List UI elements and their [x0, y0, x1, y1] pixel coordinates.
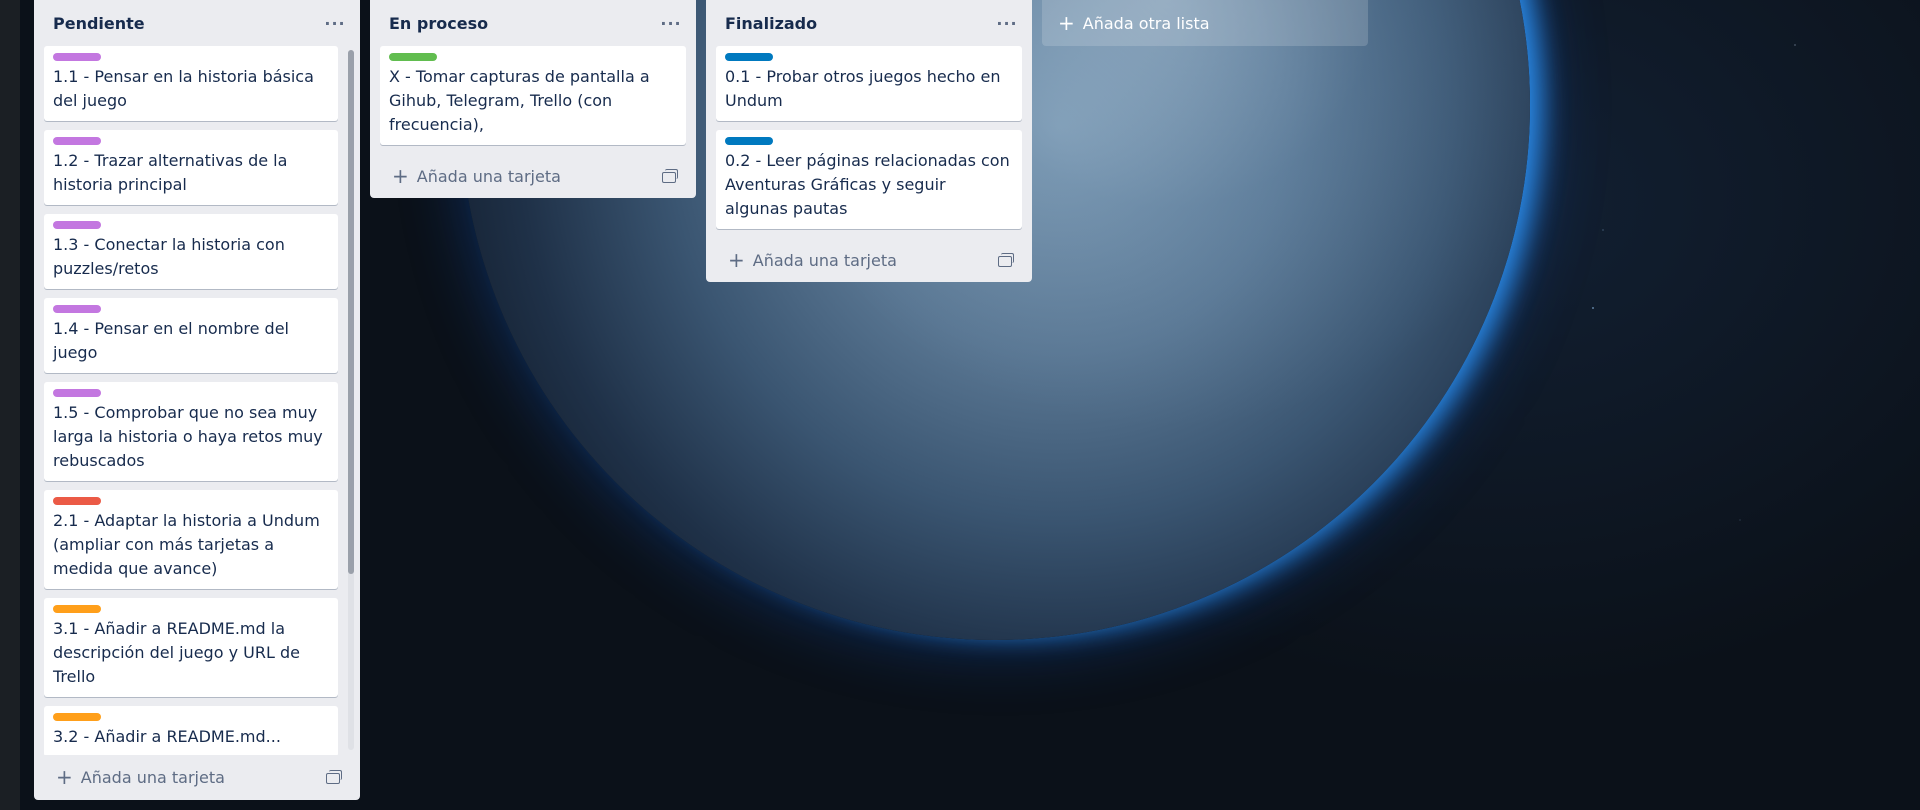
add-list-button[interactable]: + Añada otra lista — [1042, 0, 1368, 46]
card-list: 1.1 - Pensar en la historia básica del j… — [34, 46, 360, 755]
card-label[interactable] — [53, 221, 101, 229]
card-template-icon[interactable] — [326, 770, 342, 784]
ellipsis-icon[interactable]: ··· — [322, 10, 348, 36]
list-header[interactable]: Pendiente ··· — [34, 0, 360, 46]
card-label[interactable] — [53, 137, 101, 145]
list-title[interactable]: Finalizado — [725, 14, 817, 33]
add-card-content: + Añada una tarjeta — [56, 767, 225, 787]
card[interactable]: 0.2 - Leer páginas relacionadas con Aven… — [716, 130, 1022, 229]
plus-icon: + — [56, 765, 73, 789]
card[interactable]: 1.5 - Comprobar que no sea muy larga la … — [44, 382, 338, 481]
card-template-icon[interactable] — [998, 253, 1014, 267]
add-card-button[interactable]: + Añada una tarjeta — [706, 238, 1032, 282]
card-title: 1.5 - Comprobar que no sea muy larga la … — [53, 403, 323, 470]
card[interactable]: 1.3 - Conectar la historia con puzzles/r… — [44, 214, 338, 289]
card-template-icon[interactable] — [662, 169, 678, 183]
plus-icon: + — [392, 164, 409, 188]
ellipsis-icon[interactable]: ··· — [658, 10, 684, 36]
add-card-button[interactable]: + Añada una tarjeta — [370, 154, 696, 198]
card-label[interactable] — [725, 53, 773, 61]
card[interactable]: 2.1 - Adaptar la historia a Undum (ampli… — [44, 490, 338, 589]
card-label[interactable] — [53, 53, 101, 61]
card-title: 3.1 - Añadir a README.md la descripción … — [53, 619, 300, 686]
card-title: 2.1 - Adaptar la historia a Undum (ampli… — [53, 511, 320, 578]
board-canvas: Pendiente ··· 1.1 - Pensar en la histori… — [0, 0, 1920, 810]
list-header[interactable]: En proceso ··· — [370, 0, 696, 46]
card-title: 3.2 - Añadir a README.md... — [53, 727, 281, 746]
card-label[interactable] — [389, 53, 437, 61]
add-list-label: Añada otra lista — [1082, 13, 1210, 33]
ellipsis-icon[interactable]: ··· — [994, 10, 1020, 36]
card-list: 0.1 - Probar otros juegos hecho en Undum… — [706, 46, 1032, 229]
card-list: X - Tomar capturas de pantalla a Gihub, … — [370, 46, 696, 145]
list-title[interactable]: Pendiente — [53, 14, 145, 33]
list-finalizado: Finalizado ··· 0.1 - Probar otros juegos… — [706, 0, 1032, 282]
card-title: 1.4 - Pensar en el nombre del juego — [53, 319, 289, 362]
card-title: 1.1 - Pensar en la historia básica del j… — [53, 67, 314, 110]
list-header[interactable]: Finalizado ··· — [706, 0, 1032, 46]
card-label[interactable] — [725, 137, 773, 145]
plus-icon: + — [1058, 11, 1075, 35]
card-title: 0.1 - Probar otros juegos hecho en Undum — [725, 67, 1001, 110]
card[interactable]: 1.2 - Trazar alternativas de la historia… — [44, 130, 338, 205]
card[interactable]: 1.1 - Pensar en la historia básica del j… — [44, 46, 338, 121]
card-title: X - Tomar capturas de pantalla a Gihub, … — [389, 67, 650, 134]
card-title: 0.2 - Leer páginas relacionadas con Aven… — [725, 151, 1010, 218]
add-card-label: Añada una tarjeta — [80, 767, 225, 787]
add-card-button[interactable]: + Añada una tarjeta — [34, 755, 360, 799]
card[interactable]: 0.1 - Probar otros juegos hecho en Undum — [716, 46, 1022, 121]
card[interactable]: 3.1 - Añadir a README.md la descripción … — [44, 598, 338, 697]
card-label[interactable] — [53, 389, 101, 397]
add-card-label: Añada una tarjeta — [752, 250, 897, 270]
add-card-content: + Añada una tarjeta — [392, 166, 561, 186]
card-label[interactable] — [53, 497, 101, 505]
card[interactable]: X - Tomar capturas de pantalla a Gihub, … — [380, 46, 686, 145]
list-en-proceso: En proceso ··· X - Tomar capturas de pan… — [370, 0, 696, 198]
add-card-label: Añada una tarjeta — [416, 166, 561, 186]
add-card-content: + Añada una tarjeta — [728, 250, 897, 270]
card-label[interactable] — [53, 305, 101, 313]
card[interactable]: 3.2 - Añadir a README.md... — [44, 706, 338, 755]
card-title: 1.2 - Trazar alternativas de la historia… — [53, 151, 288, 194]
card-label[interactable] — [53, 713, 101, 721]
plus-icon: + — [728, 248, 745, 272]
card-title: 1.3 - Conectar la historia con puzzles/r… — [53, 235, 285, 278]
list-title[interactable]: En proceso — [389, 14, 488, 33]
list-pendiente: Pendiente ··· 1.1 - Pensar en la histori… — [34, 0, 360, 800]
card[interactable]: 1.4 - Pensar en el nombre del juego — [44, 298, 338, 373]
card-label[interactable] — [53, 605, 101, 613]
